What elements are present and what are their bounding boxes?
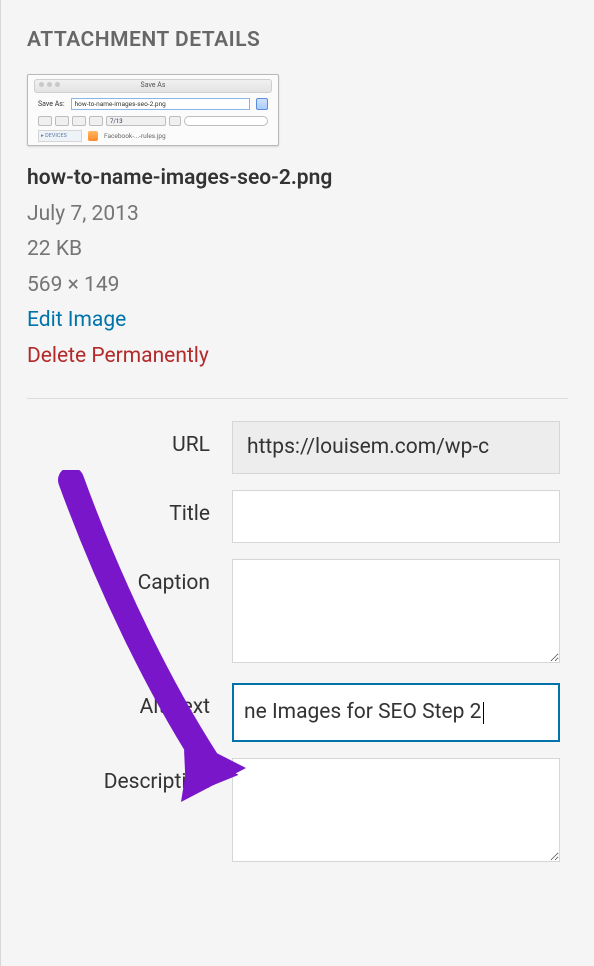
attachment-filename: how-to-name-images-seo-2.png [27,162,568,196]
thumb-toolbar: 7/13 [38,115,268,127]
url-input[interactable] [232,421,560,474]
thumb-file-icon [88,131,98,141]
text-cursor-icon [483,702,484,724]
attachment-date: July 7, 2013 [27,198,568,232]
attachment-thumbnail[interactable]: Save As Save As: how-to-name-images-seo-… [27,74,279,146]
thumb-saveas-field: how-to-name-images-seo-2.png [71,98,250,110]
caption-textarea[interactable] [232,559,560,663]
url-label: URL [27,421,232,457]
alt-text-input[interactable]: ne Images for SEO Step 2 [232,683,560,742]
description-label: Description [27,758,232,794]
thumb-sidebar-devices: ▸ DEVICES [38,130,82,142]
delete-permanently-link[interactable]: Delete Permanently [27,340,568,374]
edit-image-link[interactable]: Edit Image [27,304,568,338]
alt-text-label: Alt Text [27,683,232,719]
attachment-filesize: 22 KB [27,233,568,267]
title-input[interactable] [232,490,560,543]
thumb-dropdown-icon [256,98,268,110]
thumb-titlebar-label: Save As [35,81,271,89]
title-label: Title [27,490,232,526]
thumb-saveas-label: Save As: [38,100,65,108]
panel-title: ATTACHMENT DETAILS [27,28,568,52]
caption-label: Caption [27,559,232,595]
attachment-dimensions: 569 × 149 [27,269,568,303]
thumb-file-name: Facebook-...-rules.jpg [104,132,166,140]
description-textarea[interactable] [232,758,560,862]
alt-text-value: ne Images for SEO Step 2 [244,700,481,724]
thumb-folder-pill: 7/13 [106,116,166,126]
thumb-titlebar: Save As [34,79,272,93]
